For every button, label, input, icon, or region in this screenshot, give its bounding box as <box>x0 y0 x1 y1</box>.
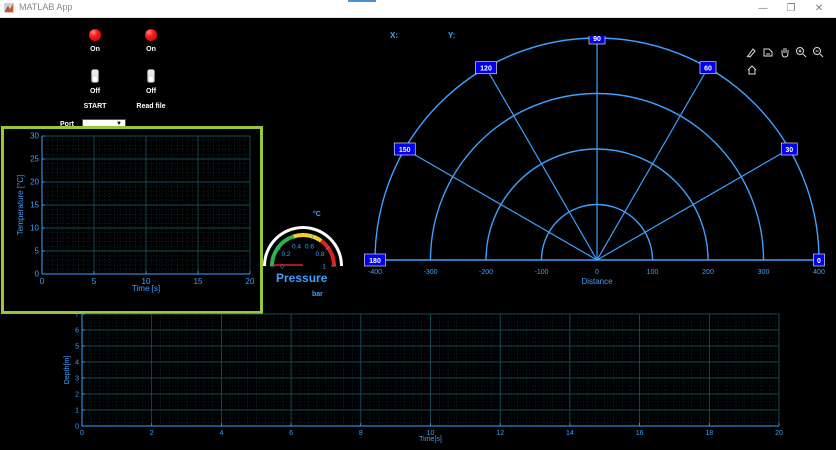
x-tick-label: 15 <box>194 277 203 286</box>
x-tick-label: 4 <box>219 430 223 437</box>
x-tick-label: 18 <box>705 430 713 437</box>
gauge-unit-label: bar <box>312 291 323 298</box>
y-axis-label: Temperature [°C] <box>16 175 25 236</box>
angle-label: 120 <box>480 66 492 73</box>
distance-tick-label: 200 <box>702 269 714 276</box>
read-file-toggle-switch[interactable] <box>147 69 155 83</box>
x-tick-label: 8 <box>359 430 363 437</box>
x-axis-label: Time[s] <box>419 436 442 443</box>
depth-plot[interactable]: 0 2 4 6 8 10 12 14 16 18 2001234567Time[s]Depth[m] <box>60 308 792 450</box>
y-tick-label: 4 <box>75 359 79 366</box>
y-tick-label: 25 <box>30 155 39 164</box>
angle-label: 90 <box>593 36 601 43</box>
port-dropdown[interactable]: ▼ <box>82 119 126 128</box>
y-tick-label: 2 <box>75 391 79 398</box>
gauge-tick-label: 0.6 <box>305 244 314 251</box>
polar-spoke <box>404 148 598 261</box>
window-title: MATLAB App <box>19 2 73 12</box>
port-label: Port <box>60 121 74 128</box>
x-tick-label: 16 <box>636 430 644 437</box>
gauge-tick-label: 1 <box>322 264 326 271</box>
lamp-1-label: On <box>90 46 100 53</box>
x-tick-label: 12 <box>496 430 504 437</box>
y-tick-label: 5 <box>35 247 40 256</box>
y-tick-label: 15 <box>30 201 39 210</box>
angle-label: 30 <box>785 147 793 154</box>
distance-tick-label: 300 <box>758 269 770 276</box>
distance-tick-label: -100 <box>534 269 548 276</box>
distance-tick-label: 0 <box>595 269 599 276</box>
polar-spoke <box>596 148 790 261</box>
x-tick-label: 20 <box>775 430 783 437</box>
angle-label: 0 <box>817 258 821 265</box>
angle-label: 60 <box>704 66 712 73</box>
y-tick-label: 0 <box>75 423 79 430</box>
distance-polar-plot[interactable]: 0 30 60 90 120 150 180 -400 -300 -200 -100 0 100 200 3… <box>360 36 836 292</box>
chevron-down-icon: ▼ <box>116 121 122 127</box>
start-switch-state: Off <box>89 88 101 95</box>
start-toggle-switch[interactable] <box>91 69 99 83</box>
temperature-plot[interactable]: 0 5 10 15 20051015202530Time [s]Temperature … <box>10 130 260 310</box>
lamp-1 <box>89 29 101 41</box>
read-file-switch-state: Off <box>145 88 157 95</box>
gauge-title: Pressure <box>276 271 328 285</box>
distance-tick-label: -400 <box>368 269 382 276</box>
y-tick-label: 10 <box>30 224 39 233</box>
x-tick-label: 20 <box>246 277 255 286</box>
x-tick-label: 2 <box>150 430 154 437</box>
x-axis-label: Time [s] <box>132 284 160 293</box>
temperature-unit-label: °C <box>313 211 321 218</box>
distance-tick-label: 100 <box>647 269 659 276</box>
gauge-tick-label: 0.2 <box>281 251 290 258</box>
gauge-tick-label: 0.4 <box>292 244 301 251</box>
angle-label: 150 <box>399 147 411 154</box>
polar-spoke <box>485 67 598 261</box>
y-axis-label: Depth[m] <box>64 356 71 384</box>
gauge-tick-label: 0.8 <box>315 251 324 258</box>
distance-tick-label: -300 <box>423 269 437 276</box>
title-bar-accent <box>348 0 376 2</box>
x-tick-label: 0 <box>80 430 84 437</box>
lamp-2-label: On <box>146 46 156 53</box>
matlab-logo-icon <box>4 3 14 13</box>
minimize-button[interactable]: — <box>748 1 778 16</box>
x-tick-label: 14 <box>566 430 574 437</box>
app-window: MATLAB App — ❐ ✕ On On Off START Off Rea… <box>0 0 836 450</box>
distance-tick-label: 400 <box>813 269 825 276</box>
x-tick-label: 0 <box>40 277 45 286</box>
polar-spoke <box>596 67 709 261</box>
pressure-gauge: 00.20.4 0.60.81 <box>263 226 343 271</box>
close-button[interactable]: ✕ <box>804 1 834 16</box>
x-tick-label: 5 <box>92 277 97 286</box>
y-tick-label: 7 <box>75 311 79 318</box>
x-tick-label: 6 <box>289 430 293 437</box>
lamp-2 <box>145 29 157 41</box>
title-bar: MATLAB App — ❐ ✕ <box>0 0 836 18</box>
y-tick-label: 1 <box>75 407 79 414</box>
y-tick-label: 0 <box>35 270 40 279</box>
read-file-switch-label: Read file <box>136 103 166 110</box>
y-tick-label: 30 <box>30 132 39 141</box>
angle-label: 180 <box>369 258 381 265</box>
y-tick-label: 5 <box>75 343 79 350</box>
distance-axis-label: Distance <box>581 277 613 286</box>
distance-tick-label: -200 <box>479 269 493 276</box>
restore-button[interactable]: ❐ <box>776 1 806 16</box>
y-tick-label: 6 <box>75 327 79 334</box>
y-tick-label: 20 <box>30 178 39 187</box>
start-switch-label: START <box>83 103 107 110</box>
y-tick-label: 3 <box>75 375 79 382</box>
